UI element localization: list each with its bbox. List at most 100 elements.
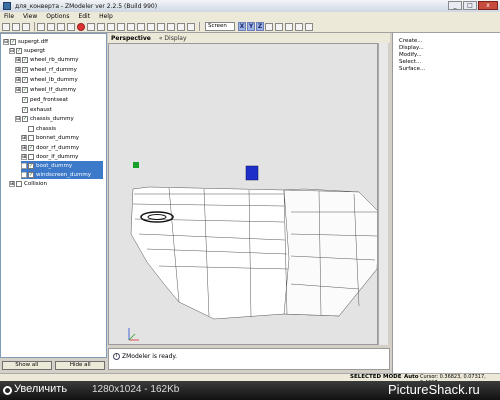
visibility-checkbox[interactable]: [28, 153, 34, 160]
expand-icon[interactable]: ⊞: [15, 56, 21, 63]
menu-file[interactable]: File: [4, 13, 14, 20]
axis-gizmo: [128, 328, 139, 341]
collapse-icon[interactable]: ⊟: [3, 38, 9, 45]
select-icon[interactable]: [87, 22, 95, 31]
collapse-icon[interactable]: ⊟: [15, 115, 21, 122]
lock-icon[interactable]: [275, 22, 283, 31]
expand-icon[interactable]: ⊞: [15, 66, 21, 73]
expand-icon[interactable]: ⊞: [21, 171, 27, 178]
status-message: ZModeler is ready.: [122, 353, 178, 360]
tree-item[interactable]: ✓ exhaust: [22, 105, 52, 114]
visibility-checkbox[interactable]: ✓: [22, 66, 28, 73]
cut-icon[interactable]: [57, 22, 65, 31]
auto-mode[interactable]: Auto: [404, 374, 419, 380]
maximize-button[interactable]: □: [463, 1, 477, 10]
menu-options[interactable]: Options: [46, 13, 69, 20]
tree-item[interactable]: ⊟ ✓ supergt.dff: [3, 37, 48, 46]
expand-icon[interactable]: ⊞: [21, 162, 27, 169]
tree-item[interactable]: ⊟ ✓ supergt: [9, 46, 45, 55]
tree-item[interactable]: ⊞ Collision: [9, 179, 47, 188]
visibility-checkbox[interactable]: ✓: [22, 115, 28, 122]
material-icon[interactable]: [177, 22, 185, 31]
undo-icon[interactable]: [37, 22, 45, 31]
visibility-checkbox[interactable]: ✓: [22, 76, 28, 83]
visibility-checkbox[interactable]: ✓: [22, 86, 28, 93]
menu-edit[interactable]: Edit: [78, 13, 90, 20]
visibility-checkbox[interactable]: ✓: [22, 56, 28, 63]
surface-menu[interactable]: Surface...: [399, 66, 425, 72]
open-file-icon[interactable]: [12, 22, 20, 31]
display-menu[interactable]: « Display: [159, 35, 187, 42]
tree-item-label: wheel_rf_dummy: [30, 66, 77, 73]
tree-item[interactable]: ⊞ ✓ wheel_lb_dummy: [15, 75, 78, 84]
display-menu-item[interactable]: Display...: [399, 45, 424, 51]
select-menu[interactable]: Select...: [399, 59, 421, 65]
menu-view[interactable]: View: [23, 13, 37, 20]
light-icon[interactable]: [167, 22, 175, 31]
record-icon[interactable]: [77, 22, 85, 31]
tree-item-label: door_rf_dummy: [36, 144, 80, 151]
visibility-checkbox[interactable]: ✓: [16, 47, 22, 54]
expand-icon[interactable]: ⊞: [9, 180, 15, 187]
render-icon[interactable]: [295, 22, 303, 31]
enlarge-link[interactable]: Увеличить: [14, 383, 67, 395]
expand-icon[interactable]: ⊞: [21, 144, 27, 151]
camera-icon[interactable]: [285, 22, 293, 31]
tree-item[interactable]: ⊞ door_lf_dummy: [21, 152, 78, 161]
tree-item[interactable]: ⊞ ✓ wheel_lf_dummy: [15, 85, 76, 94]
snap-icon[interactable]: [265, 22, 273, 31]
expand-icon[interactable]: ⊞: [15, 86, 21, 93]
copy-icon[interactable]: [67, 22, 75, 31]
menu-help[interactable]: Help: [99, 13, 113, 20]
viewport-3d[interactable]: [108, 43, 378, 345]
axis-x-button[interactable]: X: [238, 22, 246, 31]
modify-menu[interactable]: Modify...: [399, 52, 422, 58]
tree-item-selected[interactable]: ⊞ ✓ windscreen_dummy: [21, 170, 103, 179]
visibility-checkbox[interactable]: [16, 180, 22, 187]
expand-icon[interactable]: ⊞: [15, 76, 21, 83]
tree-item[interactable]: ⊞ ✓ wheel_rb_dummy: [15, 55, 78, 64]
move-icon[interactable]: [97, 22, 105, 31]
scale-icon[interactable]: [117, 22, 125, 31]
rotate-icon[interactable]: [107, 22, 115, 31]
texture-icon[interactable]: [187, 22, 195, 31]
expand-icon[interactable]: ⊞: [21, 134, 27, 141]
pan-icon[interactable]: [137, 22, 145, 31]
tree-item[interactable]: ⊞ ✓ wheel_rf_dummy: [15, 65, 77, 74]
expand-icon[interactable]: ⊞: [21, 153, 27, 160]
grid-icon[interactable]: [157, 22, 165, 31]
visibility-checkbox[interactable]: [28, 134, 34, 141]
visibility-checkbox[interactable]: ✓: [10, 38, 16, 45]
toolbar-separator: [34, 22, 35, 31]
tree-item[interactable]: ⊞ bonnet_dummy: [21, 133, 79, 142]
tree-item[interactable]: chassis: [28, 124, 56, 133]
visibility-checkbox[interactable]: ✓: [28, 162, 34, 169]
visibility-checkbox[interactable]: ✓: [28, 171, 34, 178]
orbit-icon[interactable]: [147, 22, 155, 31]
visibility-checkbox[interactable]: ✓: [28, 144, 34, 151]
save-file-icon[interactable]: [22, 22, 30, 31]
minimize-button[interactable]: _: [448, 1, 462, 10]
settings-icon[interactable]: [305, 22, 313, 31]
tree-item[interactable]: ⊞ ✓ door_rf_dummy: [21, 143, 79, 152]
viewport-label[interactable]: Perspective: [111, 35, 151, 42]
collapse-icon[interactable]: ⊟: [9, 47, 15, 54]
close-button[interactable]: x: [478, 1, 498, 10]
visibility-checkbox[interactable]: ✓: [22, 96, 28, 103]
viewport-scrollbar[interactable]: [378, 43, 388, 345]
tree-item[interactable]: ⊟ ✓ chassis_dummy: [15, 114, 74, 123]
visibility-checkbox[interactable]: ✓: [22, 106, 28, 113]
redo-icon[interactable]: [47, 22, 55, 31]
axis-z-button[interactable]: Z: [256, 22, 264, 31]
hide-all-button[interactable]: Hide all: [55, 361, 106, 370]
tree-item[interactable]: ✓ ped_frontseat: [22, 95, 68, 104]
command-panel: Create... Display... Modify... Select...…: [392, 33, 500, 373]
zoom-icon[interactable]: [127, 22, 135, 31]
new-file-icon[interactable]: [2, 22, 10, 31]
axis-y-button[interactable]: Y: [247, 22, 255, 31]
screen-mode-select[interactable]: Screen: [205, 22, 235, 31]
show-all-button[interactable]: Show all: [1, 361, 52, 370]
create-menu[interactable]: Create...: [399, 38, 423, 44]
visibility-checkbox[interactable]: [28, 125, 34, 132]
tree-item-selected[interactable]: ⊞ ✓ boot_dummy: [21, 161, 103, 170]
